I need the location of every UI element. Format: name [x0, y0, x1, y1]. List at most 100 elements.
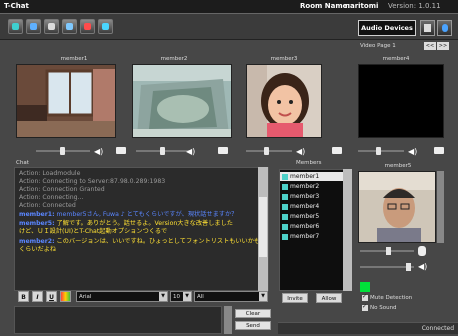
self-video	[358, 171, 436, 243]
chat-message: member1: member5さん, Fuwa ♪ とてもくらいですが、現状話…	[19, 211, 237, 218]
video-member2	[132, 64, 232, 138]
user-icon	[282, 193, 288, 200]
user-icon	[442, 24, 448, 32]
upload-button[interactable]	[26, 19, 41, 34]
volume-slider-4[interactable]	[358, 147, 404, 155]
edit-button[interactable]	[62, 19, 77, 34]
child-face-image	[247, 65, 321, 137]
volume-knob-2[interactable]	[160, 147, 165, 155]
allow-button[interactable]: Allow	[316, 293, 342, 303]
camera-icon[interactable]	[218, 147, 228, 154]
mute-detection-checkbox[interactable]: Mute Detection	[362, 293, 412, 302]
speaker-icon[interactable]: ◀)	[418, 262, 427, 271]
speaker-knob[interactable]	[406, 263, 411, 271]
volume-slider-3[interactable]	[246, 147, 292, 155]
camera-icon[interactable]	[116, 147, 126, 154]
mic-level-indicator	[360, 282, 370, 292]
chat-scroll-thumb[interactable]	[259, 197, 267, 257]
member-name: member3	[290, 193, 320, 200]
share-button[interactable]	[98, 19, 113, 34]
chat-speaker: member2:	[19, 238, 55, 245]
font-size-select[interactable]: 10 ▼	[170, 291, 192, 302]
speaker-icon[interactable]: ◀)	[94, 147, 103, 156]
volume-knob-1[interactable]	[60, 147, 65, 155]
next-page-button[interactable]: >>	[437, 42, 449, 50]
home-icon	[12, 23, 19, 30]
bold-button[interactable]: B	[18, 291, 29, 302]
volume-knob-3[interactable]	[264, 147, 269, 155]
video-label-3: member3	[270, 56, 298, 62]
chat-scrollbar[interactable]	[258, 167, 268, 291]
input-scrollbar[interactable]	[224, 306, 232, 334]
record-button[interactable]	[80, 19, 95, 34]
checkbox-check-icon	[362, 303, 368, 311]
self-video-label: member5	[384, 163, 412, 169]
chat-line: Action: Connecting to Server:87.98.0.289…	[19, 178, 166, 185]
chat-message: member5: 了解です。ありがとう。話せるよ。Version大きな改善しまし…	[19, 220, 233, 227]
member-item[interactable]: member7	[282, 232, 319, 241]
user-icon	[282, 233, 288, 240]
video-member4	[358, 64, 444, 138]
member-item[interactable]: member6	[282, 222, 319, 231]
send-button[interactable]: Send	[235, 321, 271, 330]
chevron-down-icon: ▼	[159, 292, 167, 301]
format-toolbar: B I U Arial ▼ 10 ▼ All ▼	[14, 291, 272, 302]
connection-status: Connected	[421, 325, 454, 332]
camera-settings-button[interactable]	[420, 20, 435, 36]
chat-text: くらいだよね	[19, 246, 57, 253]
camera-icon[interactable]	[332, 147, 342, 154]
prev-page-button[interactable]: <<	[424, 42, 436, 50]
user-icon	[282, 223, 288, 230]
chat-speaker: member1:	[19, 211, 55, 218]
video-member3	[246, 64, 322, 138]
camera-icon[interactable]	[434, 147, 444, 154]
print-button[interactable]	[44, 19, 59, 34]
mic-slider[interactable]	[360, 247, 414, 255]
volume-slider-2[interactable]	[136, 147, 190, 155]
speaker-icon[interactable]: ◀)	[296, 147, 305, 156]
speaker-icon[interactable]: ◀)	[408, 147, 417, 156]
recipient-select[interactable]: All ▼	[194, 291, 268, 302]
member-item[interactable]: member3	[282, 192, 319, 201]
plastic-bag-image	[133, 65, 231, 137]
clear-button[interactable]: Clear	[235, 309, 271, 318]
speaker-slider[interactable]	[360, 263, 414, 271]
audio-devices-button[interactable]: Audio Devices	[358, 20, 416, 36]
chevron-down-icon: ▼	[259, 292, 267, 301]
member-name: member7	[290, 233, 320, 240]
room-name-label: Room Name:	[300, 2, 351, 10]
no-sound-checkbox[interactable]: No Sound	[362, 303, 397, 312]
underline-button[interactable]: U	[46, 291, 57, 302]
color-picker-button[interactable]	[60, 291, 71, 302]
user-settings-button[interactable]	[437, 20, 452, 36]
share-icon	[102, 23, 109, 30]
chat-speaker: member5:	[19, 220, 55, 227]
italic-button[interactable]: I	[32, 291, 43, 302]
member-item[interactable]: member1	[280, 172, 344, 181]
home-button[interactable]	[8, 19, 23, 34]
member-item[interactable]: member2	[282, 182, 319, 191]
member-item[interactable]: member5	[282, 212, 319, 221]
mic-knob[interactable]	[386, 247, 391, 255]
room-name-value: naritomi	[345, 2, 379, 10]
message-input[interactable]	[14, 306, 222, 334]
video-label-2: member2	[160, 56, 188, 62]
invite-button[interactable]: Invite	[282, 293, 308, 303]
self-camera-image	[359, 172, 435, 242]
self-video-scrollbar[interactable]	[437, 171, 444, 243]
member-item[interactable]: member4	[282, 202, 319, 211]
volume-knob-4[interactable]	[376, 147, 381, 155]
font-value: Arial	[79, 294, 92, 300]
video4-controls: ◀)	[358, 146, 458, 156]
chat-log: Action: Loadmodule Action: Connecting to…	[14, 167, 269, 291]
speaker-icon[interactable]: ◀)	[186, 147, 195, 156]
volume-slider-1[interactable]	[36, 147, 90, 155]
no-sound-label: No Sound	[370, 305, 397, 311]
video-label-1: member1	[60, 56, 88, 62]
members-scrollbar[interactable]	[343, 169, 352, 291]
member-name: member1	[290, 173, 320, 180]
microphone-icon[interactable]	[418, 246, 426, 256]
chat-text: member5さん, Fuwa ♪ とてもくらいですが、現状話せますか？	[54, 211, 238, 218]
font-select[interactable]: Arial ▼	[76, 291, 168, 302]
app-title: T-Chat	[4, 2, 29, 10]
